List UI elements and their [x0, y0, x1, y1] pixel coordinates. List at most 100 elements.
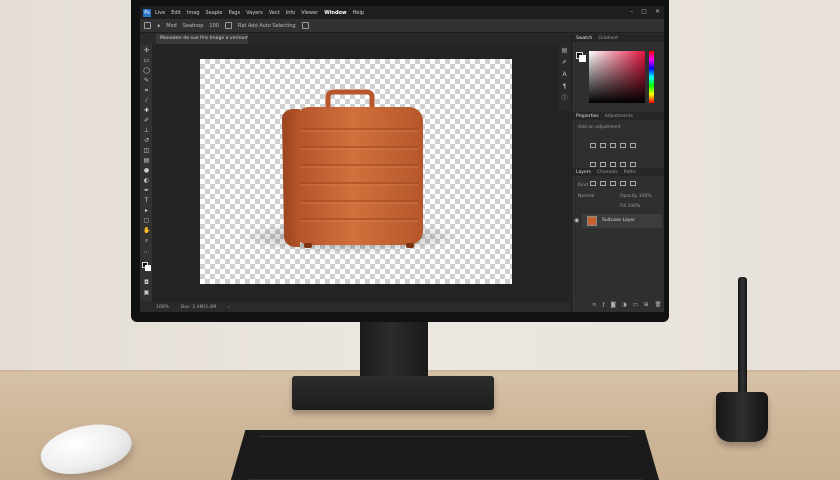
tab-swatches[interactable]: Swatch [576, 36, 592, 41]
quick-select-icon[interactable]: ✎ [143, 78, 150, 84]
opacity-field[interactable]: Opacity 100% [620, 194, 652, 199]
maximize-icon[interactable]: ▢ [641, 8, 647, 15]
adjustment-icon[interactable]: ◑ [622, 302, 627, 308]
menu-item[interactable]: Window [324, 10, 346, 16]
curves-icon[interactable] [610, 143, 616, 148]
option-item[interactable]: 100 [209, 23, 219, 29]
tab-paths[interactable]: Paths [624, 170, 636, 175]
brush-icon[interactable]: ✐ [143, 118, 150, 124]
layer-actions: ∞ ƒ ◙ ◑ ▭ ⊞ 🗑 [592, 302, 661, 308]
menu-item[interactable]: Viewer [301, 10, 318, 16]
tab-layers[interactable]: Layers [576, 170, 591, 175]
shape-icon[interactable]: ▢ [143, 218, 150, 224]
exposure-icon[interactable] [620, 143, 626, 148]
hue-saturation-icon[interactable] [590, 162, 596, 167]
option-item[interactable]: Mod [166, 23, 177, 29]
new-layer-icon[interactable]: ⊞ [644, 302, 649, 308]
checkbox-icon[interactable] [224, 22, 232, 29]
status-arrow-icon[interactable]: › [228, 305, 230, 310]
layer-kind-filter[interactable]: Kind [578, 183, 588, 188]
stylus-pen [738, 277, 747, 407]
canvas-area[interactable] [154, 44, 570, 302]
transparent-canvas[interactable] [200, 59, 512, 284]
healing-icon[interactable]: ✚ [143, 108, 150, 114]
channel-mixer-icon[interactable] [630, 162, 636, 167]
selective-color-icon[interactable] [630, 181, 636, 186]
blur-icon[interactable]: ● [143, 168, 150, 174]
mask-icon[interactable]: ◙ [611, 302, 616, 308]
invert-icon[interactable] [590, 181, 596, 186]
tab-adjustments[interactable]: Adjustments [605, 114, 633, 119]
color-balance-icon[interactable] [600, 162, 606, 167]
tool-preset-icon[interactable] [144, 22, 151, 29]
menu-item[interactable]: Info [286, 10, 295, 16]
close-icon[interactable]: ✕ [655, 8, 660, 15]
zoom-icon[interactable]: ⌕ [143, 238, 150, 244]
more-tools-icon[interactable]: ⋯ [143, 250, 150, 256]
path-select-icon[interactable]: ▸ [143, 208, 150, 214]
minimize-icon[interactable]: – [630, 8, 633, 15]
eyedropper-icon[interactable]: ⁄ [143, 98, 150, 104]
brightness-icon[interactable] [590, 143, 596, 148]
menu-item[interactable]: Seaple [206, 10, 223, 16]
document-tab[interactable]: Maneater de sue Pris Image a verinum ▾ [156, 34, 248, 44]
history-brush-icon[interactable]: ↺ [143, 138, 150, 144]
posterize-icon[interactable] [600, 181, 606, 186]
app-logo[interactable]: Ps [143, 8, 151, 17]
gradient-icon[interactable]: ▤ [143, 158, 150, 164]
fill-field[interactable]: Fill 100% [620, 204, 640, 209]
tab-gradients[interactable]: Gradient [598, 36, 618, 41]
background-color-swatch[interactable] [145, 265, 151, 271]
menu-item[interactable]: Vect [269, 10, 280, 16]
lasso-icon[interactable]: ◯ [143, 68, 150, 74]
stamp-icon[interactable]: ⊥ [143, 128, 150, 134]
gradient-map-icon[interactable] [620, 181, 626, 186]
eraser-icon[interactable]: ◫ [143, 148, 150, 154]
vibrance-icon[interactable] [630, 143, 636, 148]
layer-name[interactable]: Suitcase Layer [602, 218, 635, 223]
menu-item[interactable]: Help [353, 10, 364, 16]
zoom-level[interactable]: 100% [156, 305, 169, 310]
blend-mode-select[interactable]: Normal [578, 194, 594, 199]
brush-settings-icon[interactable]: ✐ [561, 60, 568, 66]
color-picker-field[interactable] [589, 51, 645, 103]
move-icon[interactable]: ✣ [143, 48, 150, 54]
option-item[interactable]: Seatnop [183, 23, 204, 29]
screen-mode-icon[interactable]: ▣ [143, 290, 150, 296]
option-item[interactable]: ∎ [157, 23, 160, 29]
quick-mask-icon[interactable]: ◘ [143, 280, 150, 286]
paragraph-panel-icon[interactable]: ¶ [561, 84, 568, 90]
hue-slider[interactable] [649, 51, 654, 103]
fx-icon[interactable]: ƒ [603, 302, 605, 308]
dodge-icon[interactable]: ◐ [143, 178, 150, 184]
visibility-eye-icon[interactable]: ◉ [574, 217, 579, 224]
adjustments-label: Add an adjustment [578, 125, 621, 130]
trash-icon[interactable]: 🗑 [655, 302, 662, 308]
tab-channels[interactable]: Channels [597, 170, 618, 175]
info-panel-icon[interactable]: ⓘ [561, 96, 568, 102]
crop-icon[interactable]: ⌗ [143, 88, 150, 94]
menu-item[interactable]: Edit [171, 10, 181, 16]
type-icon[interactable]: T [143, 198, 150, 204]
character-panel-icon[interactable]: A [561, 72, 568, 78]
pen-icon[interactable]: ✒ [143, 188, 150, 194]
threshold-icon[interactable] [610, 181, 616, 186]
history-panel-icon[interactable]: ▤ [561, 48, 568, 54]
link-icon[interactable]: ∞ [592, 302, 597, 308]
background-swatch[interactable] [579, 55, 586, 62]
settings-icon[interactable] [301, 22, 309, 29]
menu-item[interactable]: Vayers [246, 10, 263, 16]
photo-filter-icon[interactable] [620, 162, 626, 167]
levels-icon[interactable] [600, 143, 606, 148]
hand-icon[interactable]: ✋ [143, 228, 150, 234]
tab-properties[interactable]: Properties [576, 114, 599, 119]
menu-item[interactable]: Pags [228, 10, 240, 16]
layer-row[interactable]: Suitcase Layer [582, 214, 662, 228]
option-item[interactable]: Rat Add Auto Selecting [238, 23, 296, 29]
menu-item[interactable]: Live [155, 10, 165, 16]
marquee-icon[interactable]: ▭ [143, 58, 150, 64]
menu-item[interactable]: Imag [187, 10, 200, 16]
black-white-icon[interactable] [610, 162, 616, 167]
layer-thumbnail [587, 216, 597, 226]
folder-icon[interactable]: ▭ [633, 302, 638, 308]
